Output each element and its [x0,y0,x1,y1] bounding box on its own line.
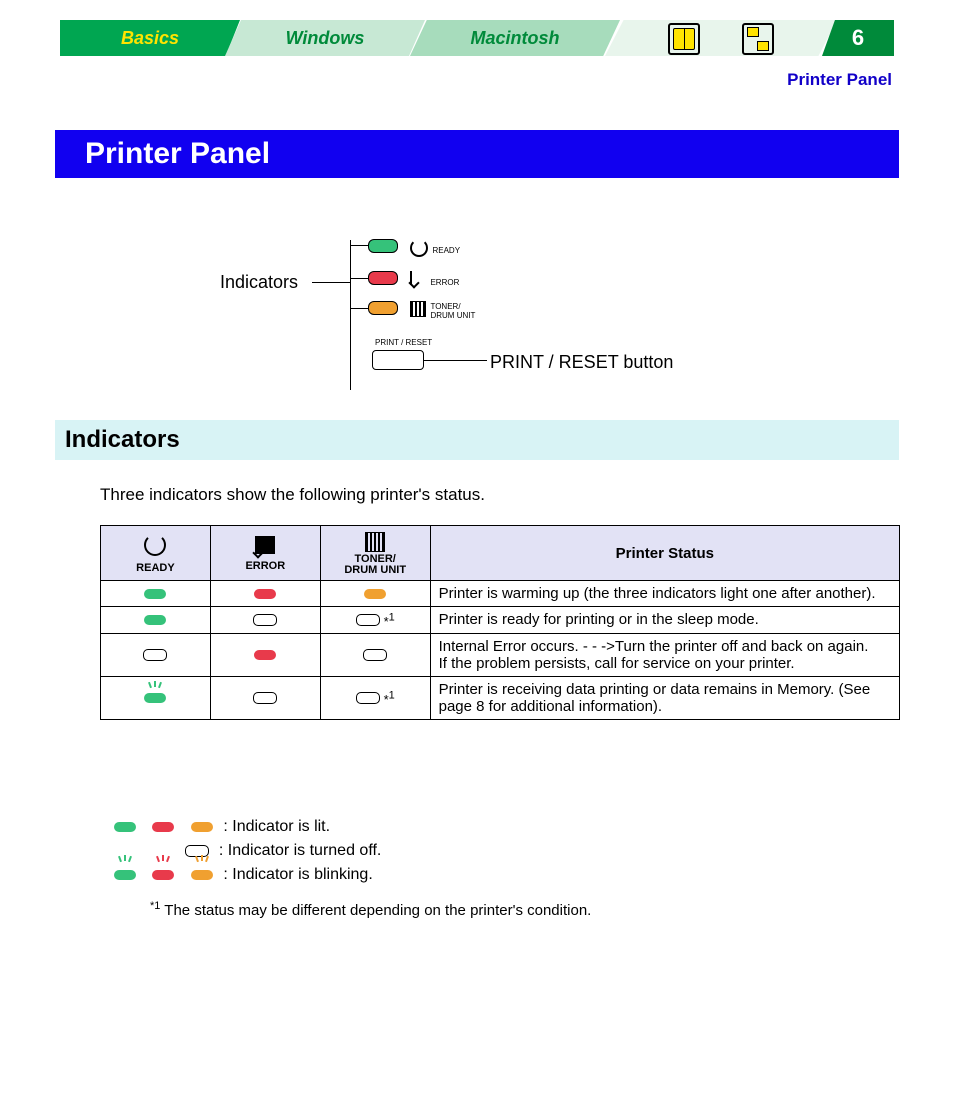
col-header-toner: TONER/ DRUM UNIT [320,526,430,581]
table-row: *1 Printer is ready for printing or in th… [101,607,900,634]
off-icon [143,649,167,661]
legend: : Indicator is lit. : Indicator is turne… [108,815,381,887]
diagram-error-text: ERROR [430,272,459,294]
blink-red-icon [152,863,174,887]
ready-led-icon [368,239,398,253]
tab-macintosh[interactable]: Macintosh [410,20,620,56]
drum-symbol-icon [410,301,426,317]
cell-toner [320,581,430,607]
blink-green-icon [144,689,166,706]
blink-amber-icon [191,863,213,887]
legend-row-lit: : Indicator is lit. [108,815,381,839]
ready-symbol-icon [410,239,428,257]
cell-error [210,607,320,634]
col-header-error: ERROR [210,526,320,581]
off-icon [356,614,380,626]
cell-toner [320,633,430,676]
section-heading-indicators: Indicators [55,420,899,460]
cell-ready [101,581,211,607]
printer-panel-diagram: Indicators READY ERROR TONER/ DRUM UNIT … [220,230,740,400]
drum-symbol-icon [365,532,385,552]
diagram-print-reset-small: PRINT / RESET [375,338,432,347]
footnote-text: The status may be different depending on… [160,902,591,919]
col-header-status: Printer Status [430,526,899,581]
cell-error [210,676,320,719]
diagram-line [423,360,487,361]
tab-basics[interactable]: Basics [60,20,240,56]
off-icon [185,845,209,857]
tab-strip: Basics Windows Macintosh 6 [60,20,894,56]
toner-led-icon [368,301,398,315]
tab-windows[interactable]: Windows [225,20,425,56]
breadcrumb: Printer Panel [787,70,892,90]
cell-ready [101,633,211,676]
error-symbol-icon [255,536,275,554]
legend-row-blink: : Indicator is blinking. [108,863,381,887]
intro-text: Three indicators show the following prin… [100,485,485,505]
diagram-ready-row: READY [360,236,460,258]
diagram-error-row: ERROR [360,268,459,290]
cell-ready [101,676,211,719]
error-led-icon [368,271,398,285]
legend-blink-text: : Indicator is blinking. [223,866,372,883]
diagram-toner-row: TONER/ DRUM UNIT [360,298,475,320]
cell-toner: *1 [320,607,430,634]
legend-off-text: : Indicator is turned off. [219,842,381,859]
print-reset-button-icon [372,350,424,370]
indicator-status-table: READY ERROR TONER/ DRUM UNIT Printer Sta… [100,525,900,720]
page-title: Printer Panel [55,130,899,178]
footnote-ref: *1 [384,614,395,629]
col-header-ready: READY [101,526,211,581]
off-icon [253,692,277,704]
lit-red-icon [254,650,276,660]
lit-red-icon [152,822,174,832]
legend-lit-text: : Indicator is lit. [223,818,330,835]
cell-toner: *1 [320,676,430,719]
off-icon [253,614,277,626]
off-icon [356,692,380,704]
lit-green-icon [144,615,166,625]
cell-status: Printer is warming up (the three indicat… [430,581,899,607]
table-row: Printer is warming up (the three indicat… [101,581,900,607]
col-header-toner-label: TONER/ DRUM UNIT [329,554,422,576]
diagram-toner-text: TONER/ DRUM UNIT [430,302,475,320]
cell-ready [101,607,211,634]
blink-green-icon [114,863,136,887]
diagram-line [312,282,350,283]
ready-symbol-icon [144,534,166,556]
diagram-ready-text: READY [432,240,460,262]
legend-row-off: : Indicator is turned off. [108,839,381,863]
cell-status: Internal Error occurs. - - ->Turn the pr… [430,633,899,676]
diagram-print-reset-label: PRINT / RESET button [490,352,673,373]
footnote-ref: *1 [384,692,395,707]
footnote-mark: *1 [150,900,160,912]
network-icon[interactable] [742,23,774,55]
lit-amber-icon [191,822,213,832]
col-header-ready-label: READY [136,562,175,574]
off-icon [363,649,387,661]
tab-icon-bar [605,20,837,56]
cell-error [210,581,320,607]
book-icon[interactable] [668,23,700,55]
cell-status: Printer is ready for printing or in the … [430,607,899,634]
table-row: Internal Error occurs. - - ->Turn the pr… [101,633,900,676]
lit-green-icon [144,589,166,599]
lit-red-icon [254,589,276,599]
page: Basics Windows Macintosh 6 Printer Panel… [0,0,954,1105]
col-header-error-label: ERROR [245,560,285,572]
footnote: *1 The status may be different depending… [150,900,591,919]
table-row: *1 Printer is receiving data printing or … [101,676,900,719]
lit-green-icon [114,822,136,832]
diagram-indicators-label: Indicators [220,272,298,293]
diagram-line [350,240,351,390]
lit-amber-icon [364,589,386,599]
error-symbol-icon [410,271,426,285]
cell-error [210,633,320,676]
cell-status: Printer is receiving data printing or da… [430,676,899,719]
